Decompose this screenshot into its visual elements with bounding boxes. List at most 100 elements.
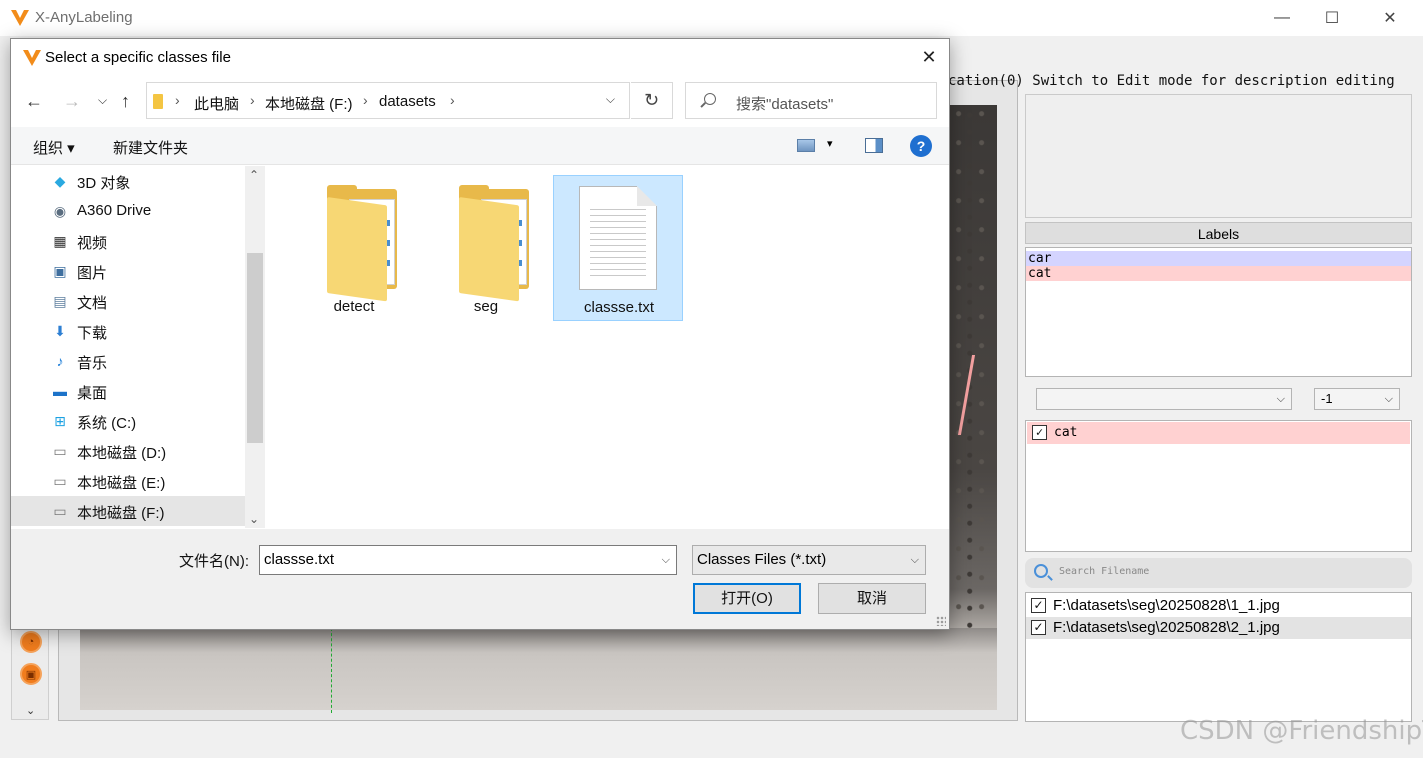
- labels-header: Labels: [1025, 222, 1412, 244]
- label-item[interactable]: car: [1026, 251, 1411, 266]
- item-name: classse.txt: [583, 299, 655, 316]
- command-bar: 组织 ▾ 新建文件夹 ▾ ?: [11, 127, 949, 165]
- breadcrumb-item[interactable]: datasets: [379, 93, 436, 110]
- canvas-crosshair-guide: [331, 628, 332, 713]
- nav-item[interactable]: ▤ 文档: [11, 286, 245, 316]
- desktop-icon: ▬: [53, 383, 67, 399]
- app-title: X-AnyLabeling: [35, 9, 133, 26]
- folder-icon: [459, 185, 537, 302]
- chevron-down-icon[interactable]: ⌵: [606, 92, 615, 107]
- nav-item[interactable]: ⬇ 下载: [11, 316, 245, 346]
- nav-item[interactable]: ▭ 本地磁盘 (E:): [11, 466, 245, 496]
- file-item-selected[interactable]: classse.txt: [553, 175, 683, 321]
- scroll-down-icon[interactable]: ⌄: [249, 512, 259, 526]
- nav-item[interactable]: ▭ 本地磁盘 (D:): [11, 436, 245, 466]
- organize-button[interactable]: 组织 ▾: [33, 137, 75, 158]
- open-button[interactable]: 打开(O): [693, 583, 801, 614]
- forward-icon[interactable]: →: [63, 91, 81, 112]
- description-hint: cation(0) Switch to Edit mode for descri…: [948, 73, 1395, 89]
- watermark: CSDN @FriendshipT: [1180, 716, 1423, 746]
- label-item[interactable]: cat: [1026, 266, 1411, 281]
- cloud-drive-icon: ◉: [53, 203, 67, 219]
- search-filename[interactable]: Search Filename: [1025, 558, 1412, 588]
- refresh-icon[interactable]: ↻: [631, 82, 673, 119]
- drive-icon: ▭: [53, 473, 67, 489]
- drive-icon: ▭: [53, 443, 67, 459]
- drive-icon: ▭: [53, 503, 67, 519]
- chevron-right-icon[interactable]: ›: [250, 92, 255, 108]
- nav-item[interactable]: ▣ 图片: [11, 256, 245, 286]
- toolbar-expand-icon[interactable]: ⌄: [26, 704, 35, 717]
- canvas-image-floor: [80, 628, 997, 710]
- minimize-button[interactable]: —: [1262, 4, 1302, 32]
- breadcrumb-item[interactable]: 此电脑: [194, 93, 239, 114]
- nav-item-label: 下载: [77, 325, 108, 342]
- nav-item-label: 3D 对象: [77, 175, 131, 192]
- nav-item-label: 系统 (C:): [77, 415, 137, 432]
- shape-checkbox[interactable]: ✓: [1032, 425, 1047, 440]
- labels-list: car cat: [1025, 247, 1412, 377]
- file-type-filter[interactable]: Classes Files (*.txt) ⌵: [692, 545, 926, 575]
- group-id-combo[interactable]: -1 ⌵: [1314, 388, 1400, 410]
- search-icon: [1034, 564, 1048, 578]
- nav-item[interactable]: ▭ 本地磁盘 (F:): [11, 496, 245, 526]
- search-input[interactable]: 搜索"datasets": [685, 82, 937, 119]
- file-item[interactable]: ✓ F:\datasets\seg\20250828\2_1.jpg: [1026, 617, 1411, 639]
- shape-list: ✓ cat: [1025, 420, 1412, 552]
- chevron-down-icon: ⌵: [1276, 393, 1285, 405]
- file-item[interactable]: ✓ F:\datasets\seg\20250828\1_1.jpg: [1026, 595, 1411, 617]
- navigation-pane: ▭ 本地磁盘 (F:) ▭ 本地磁盘 (E:) ▭ 本地磁盘 (D:) ⊞ 系统 (C:) ▬ 桌…: [11, 166, 269, 528]
- shape-item[interactable]: ✓ cat: [1027, 422, 1410, 444]
- item-name: detect: [333, 298, 375, 315]
- recent-dropdown-icon[interactable]: ⌵: [98, 93, 107, 108]
- search-icon: [704, 93, 716, 105]
- maximize-button[interactable]: ☐: [1312, 4, 1352, 32]
- cancel-button[interactable]: 取消: [818, 583, 926, 614]
- chevron-down-icon[interactable]: ▾: [827, 137, 833, 150]
- folder-icon: [327, 185, 405, 302]
- app-logo-icon: [11, 10, 29, 26]
- nav-scrollbar[interactable]: ⌃ ⌄: [245, 166, 265, 528]
- breadcrumb-item[interactable]: 本地磁盘 (F:): [265, 93, 353, 114]
- chevron-right-icon[interactable]: ›: [363, 92, 368, 108]
- up-icon[interactable]: ↑: [121, 91, 130, 112]
- filename-area: 文件名(N): classse.txt ⌵ Classes Files (*.t…: [11, 529, 949, 629]
- file-dialog: Select a specific classes file ✕ ← → ⌵ ↑…: [10, 38, 950, 630]
- folder-item[interactable]: seg: [421, 175, 551, 321]
- dialog-title: Select a specific classes file: [45, 49, 231, 66]
- left-toolbar: ◔ ▣ ⌄: [11, 620, 49, 720]
- files-pane: detect seg classse.txt: [273, 166, 949, 528]
- nav-item[interactable]: ▬ 桌面: [11, 376, 245, 406]
- help-icon[interactable]: ?: [910, 135, 932, 157]
- chevron-right-icon[interactable]: ›: [450, 92, 455, 108]
- chevron-down-icon[interactable]: ⌵: [662, 546, 670, 574]
- resize-grip[interactable]: [936, 616, 946, 626]
- file-checkbox[interactable]: ✓: [1031, 620, 1046, 635]
- filename-input[interactable]: classse.txt ⌵: [259, 545, 677, 575]
- dialog-close-button[interactable]: ✕: [917, 45, 941, 69]
- scroll-up-icon[interactable]: ⌃: [249, 168, 259, 182]
- nav-item[interactable]: ▦ 视频: [11, 226, 245, 256]
- scroll-thumb[interactable]: [247, 253, 263, 443]
- view-mode-icon[interactable]: [797, 139, 815, 152]
- video-icon: ▦: [53, 233, 67, 249]
- tool-icon[interactable]: ◔: [20, 631, 42, 653]
- file-checkbox[interactable]: ✓: [1031, 598, 1046, 613]
- group-combo[interactable]: ⌵: [1036, 388, 1292, 410]
- nav-item[interactable]: ◉ A360 Drive: [11, 196, 245, 226]
- address-bar[interactable]: › 此电脑 › 本地磁盘 (F:) › datasets › ⌵: [146, 82, 630, 119]
- preview-pane-icon[interactable]: [865, 138, 883, 153]
- chevron-down-icon: ⌵: [1384, 393, 1393, 405]
- back-icon[interactable]: ←: [25, 91, 43, 112]
- close-button[interactable]: ✕: [1370, 4, 1410, 32]
- nav-item[interactable]: ⊞ 系统 (C:): [11, 406, 245, 436]
- tool-icon[interactable]: ▣: [20, 663, 42, 685]
- nav-item-label: A360 Drive: [77, 202, 152, 219]
- chevron-right-icon[interactable]: ›: [175, 92, 180, 108]
- nav-item[interactable]: ◆ 3D 对象: [11, 166, 245, 196]
- chevron-down-icon: ⌵: [910, 554, 919, 566]
- folder-item[interactable]: detect: [289, 175, 419, 321]
- description-box[interactable]: [1025, 94, 1412, 218]
- nav-item[interactable]: ♪ 音乐: [11, 346, 245, 376]
- new-folder-button[interactable]: 新建文件夹: [113, 137, 188, 158]
